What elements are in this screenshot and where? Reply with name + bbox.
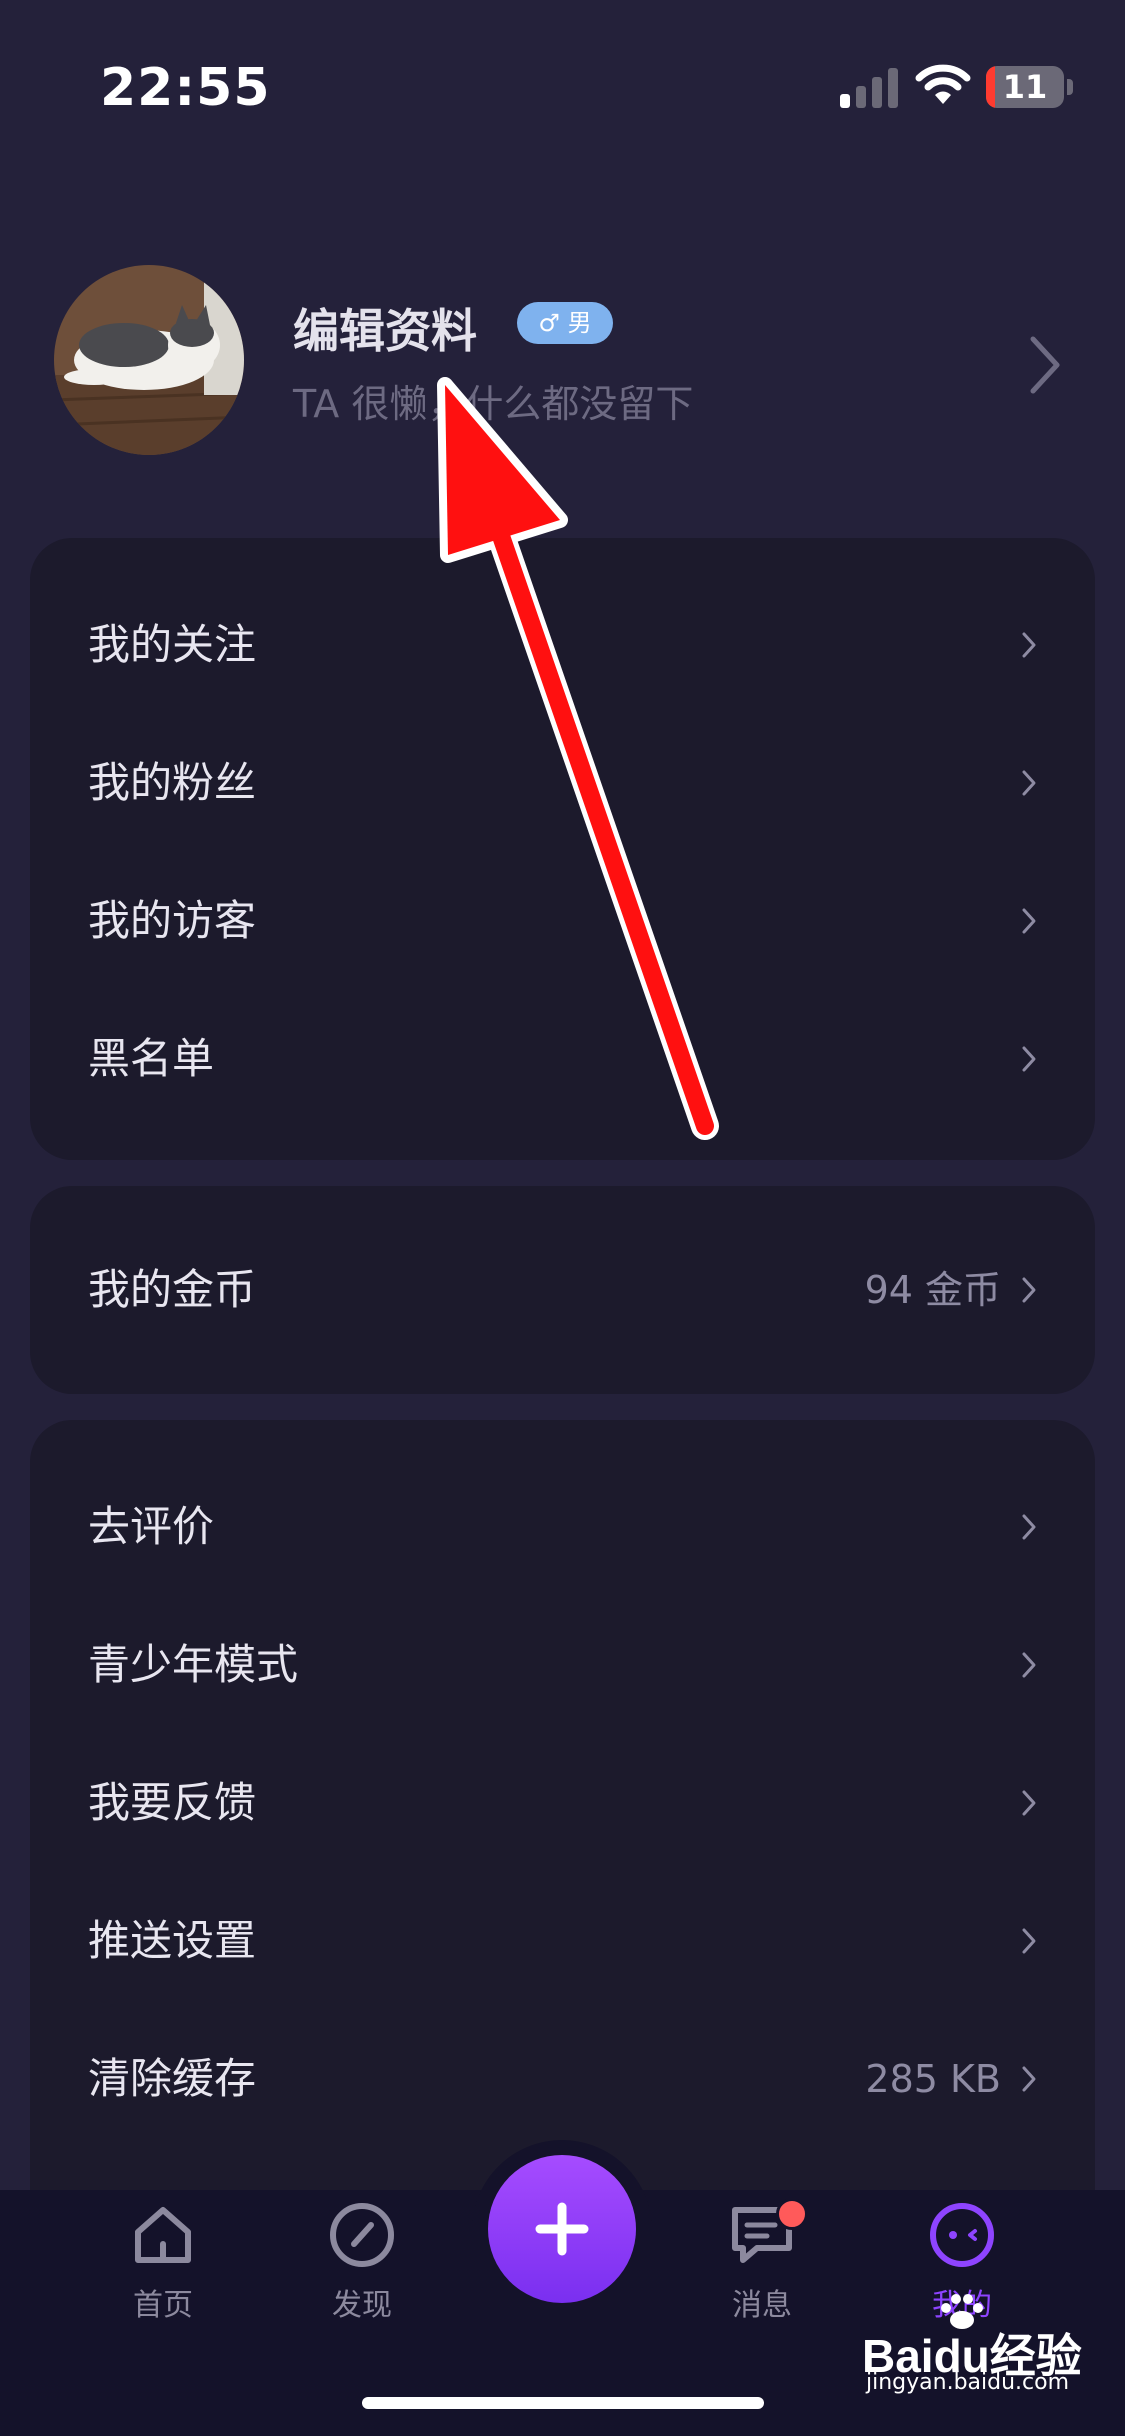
home-indicator[interactable] [362, 2397, 764, 2409]
tab-label: 消息 [732, 2288, 792, 2323]
watermark-site: jingyan.baidu.com [866, 2370, 1070, 2395]
battery-icon: 11 [986, 66, 1064, 108]
profile-bio: TA 很懒，什么都没留下 [293, 382, 694, 426]
coins-value: 94 金币 [864, 1268, 1001, 1312]
menu-item-label: 我的关注 [88, 620, 257, 669]
coins-card: 我的金币 94 金币 [30, 1186, 1095, 1394]
status-bar: 22:55 11 [0, 0, 1125, 170]
menu-item-following[interactable]: 我的关注 [30, 576, 1095, 714]
menu-item-label: 黑名单 [88, 1034, 215, 1083]
home-icon [135, 2207, 191, 2263]
gender-label: 男 [567, 309, 592, 337]
gender-badge: ♂ 男 [517, 302, 613, 344]
chevron-right-icon [1022, 908, 1036, 934]
cellular-signal-icon [840, 68, 898, 108]
tab-home[interactable]: 首页 [78, 2190, 248, 2390]
tab-label: 发现 [332, 2288, 392, 2323]
menu-item-label: 推送设置 [88, 1916, 257, 1965]
chevron-right-icon[interactable] [1025, 333, 1065, 397]
menu-item-label: 我要反馈 [88, 1778, 257, 1827]
menu-item-blacklist[interactable]: 黑名单 [30, 990, 1095, 1128]
chevron-right-icon [1022, 632, 1036, 658]
menu-item-label: 我的粉丝 [88, 758, 257, 807]
plus-icon [535, 2202, 589, 2256]
chevron-right-icon [1022, 1928, 1036, 1954]
add-post-button[interactable] [488, 2155, 636, 2303]
menu-item-push-settings[interactable]: 推送设置 [30, 1872, 1095, 2010]
menu-item-label: 我的金币 [88, 1265, 257, 1314]
cache-size-value: 285 KB [865, 2057, 1001, 2101]
compass-icon [330, 2203, 394, 2267]
wifi-icon [915, 64, 971, 104]
message-badge-dot [776, 2198, 808, 2230]
chevron-right-icon [1022, 770, 1036, 796]
chevron-right-icon [1022, 1790, 1036, 1816]
menu-item-feedback[interactable]: 我要反馈 [30, 1734, 1095, 1872]
male-icon: ♂ [538, 309, 560, 337]
menu-item-label: 我的访客 [88, 896, 257, 945]
tab-discover[interactable]: 发现 [277, 2190, 447, 2390]
status-time: 22:55 [100, 58, 271, 118]
tab-label: 首页 [133, 2288, 193, 2323]
profile-name[interactable]: 编辑资料 [293, 295, 477, 361]
menu-item-visitors[interactable]: 我的访客 [30, 852, 1095, 990]
menu-item-teen-mode[interactable]: 青少年模式 [30, 1596, 1095, 1734]
menu-item-label: 青少年模式 [88, 1640, 299, 1689]
avatar[interactable] [54, 265, 244, 455]
menu-item-rate[interactable]: 去评价 [30, 1458, 1095, 1596]
chevron-right-icon [1022, 1277, 1036, 1303]
profile-header[interactable]: 编辑资料 ♂ 男 TA 很懒，什么都没留下 [0, 255, 1125, 465]
menu-item-label: 清除缓存 [88, 2054, 257, 2103]
menu-item-coins[interactable]: 我的金币 94 金币 [30, 1221, 1095, 1359]
settings-menu-card: 去评价 青少年模式 我要反馈 推送设置 清除缓存 285 KB [30, 1420, 1095, 2240]
chevron-right-icon [1022, 2066, 1036, 2092]
face-icon [930, 2203, 994, 2267]
menu-item-clear-cache[interactable]: 清除缓存 285 KB [30, 2010, 1095, 2148]
menu-item-label: 去评价 [88, 1502, 215, 1551]
tab-messages[interactable]: 消息 [677, 2190, 847, 2390]
cat-photo-avatar [54, 265, 244, 455]
baidu-watermark: Baidu经验 jingyan.baidu.com [862, 2290, 1092, 2395]
battery-cap [1067, 79, 1073, 95]
social-menu-card: 我的关注 我的粉丝 我的访客 黑名单 [30, 538, 1095, 1160]
menu-item-fans[interactable]: 我的粉丝 [30, 714, 1095, 852]
chevron-right-icon [1022, 1046, 1036, 1072]
chevron-right-icon [1022, 1514, 1036, 1540]
chevron-right-icon [1022, 1652, 1036, 1678]
battery-level: 11 [1002, 68, 1048, 106]
